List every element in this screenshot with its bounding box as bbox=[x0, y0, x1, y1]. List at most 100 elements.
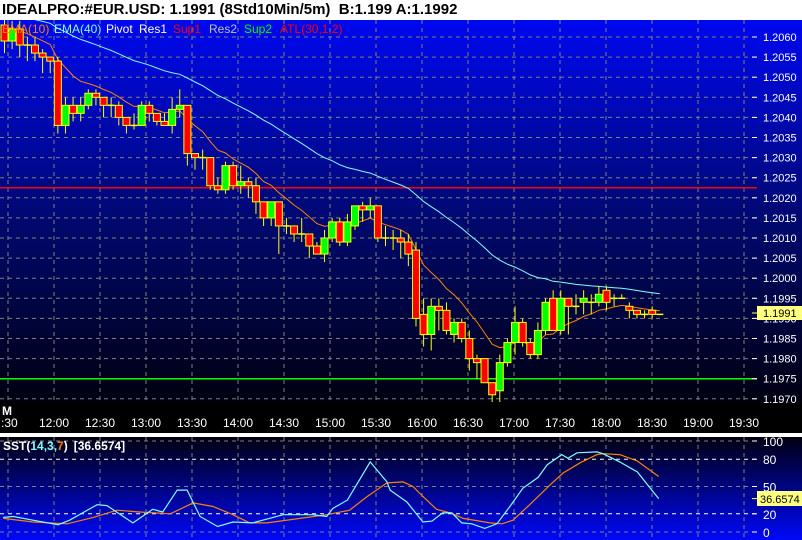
candle-body-bull bbox=[320, 237, 329, 255]
candle-body-bear bbox=[632, 309, 641, 315]
candle bbox=[221, 161, 230, 194]
candle-body-bear bbox=[442, 309, 451, 331]
candle-body-bull bbox=[267, 201, 276, 219]
candle-body-bear bbox=[274, 201, 283, 227]
candle-body-bear bbox=[602, 289, 611, 303]
time-axis-label: 17:00 bbox=[499, 416, 529, 430]
candle-body-bull bbox=[579, 297, 588, 303]
price-axis-label: 1.2045 bbox=[763, 92, 797, 104]
sst-label: SST(14,3,7) [36.6574] bbox=[3, 439, 125, 453]
sst-label-prefix: SST( bbox=[3, 439, 30, 453]
price-axis-label: 1.2025 bbox=[763, 173, 797, 185]
oscillator-axis-label: 0 bbox=[763, 526, 770, 540]
candle-body-bear bbox=[38, 52, 47, 58]
trading-chart[interactable]: 1.2060 1.2055 1.2050 1.2045 1.2040 1.2035 1.20… bbox=[0, 0, 802, 540]
candle bbox=[541, 298, 550, 335]
candle-body-bull bbox=[533, 329, 542, 356]
price-axis-label: 1.2035 bbox=[763, 133, 797, 145]
time-axis-label: 15:00 bbox=[315, 416, 345, 430]
time-axis-label: 12:30 bbox=[85, 416, 115, 430]
price-axis-label: 1.2030 bbox=[763, 153, 797, 165]
candle-body-bear bbox=[53, 60, 62, 126]
time-axis-label: 12:00 bbox=[39, 416, 69, 430]
price-axis-label: 1.1975 bbox=[763, 374, 797, 386]
period-label: M bbox=[2, 404, 12, 418]
sst-label-value: [36.6574] bbox=[74, 439, 125, 453]
time-axis-label: 13:30 bbox=[177, 416, 207, 430]
legend-item-pivot: Pivot bbox=[106, 22, 133, 36]
candle-body-bear bbox=[191, 153, 199, 159]
candle-body-bull bbox=[168, 108, 177, 126]
panel-divider[interactable] bbox=[0, 433, 802, 437]
candle bbox=[411, 242, 420, 327]
time-axis-label: 16:30 bbox=[453, 416, 483, 430]
candle bbox=[503, 338, 512, 367]
current-sst-label: 36.6574 bbox=[760, 494, 800, 506]
candle-body-bear bbox=[312, 245, 321, 255]
candle-body-bear bbox=[419, 313, 428, 335]
candle-body-bull bbox=[137, 104, 146, 126]
candle-body-bear bbox=[251, 185, 260, 203]
candle-body-bear bbox=[564, 297, 573, 307]
time-axis-label: 18:30 bbox=[637, 416, 667, 430]
price-axis-label: 1.2060 bbox=[763, 32, 797, 44]
candle-body-bear bbox=[335, 221, 344, 243]
candle bbox=[351, 205, 360, 230]
candle-body-bear bbox=[69, 104, 78, 114]
candle bbox=[518, 318, 527, 347]
candle-body-bear bbox=[358, 205, 367, 211]
time-axis-label: 17:30 bbox=[545, 416, 575, 430]
candle bbox=[373, 205, 382, 243]
candle-body-bull bbox=[503, 342, 512, 364]
candle-body-bear bbox=[30, 44, 39, 54]
candle-body-bear bbox=[305, 233, 314, 247]
candle-body-bear bbox=[244, 181, 253, 187]
candle bbox=[457, 318, 466, 343]
candle-body-bull bbox=[76, 104, 85, 114]
candle-body-bull bbox=[556, 297, 565, 331]
candle-body-bear bbox=[518, 321, 527, 344]
candle-body-bear bbox=[625, 305, 634, 311]
candle-body-bear bbox=[411, 249, 420, 319]
price-axis-label: 1.1985 bbox=[763, 334, 797, 346]
candle-body-bear bbox=[526, 342, 535, 356]
legend-item-ema-10: EMA(10) bbox=[2, 22, 49, 36]
current-price-marker: 1.1991 bbox=[752, 306, 802, 320]
candle bbox=[206, 157, 215, 190]
indicator-legend: EMA(10) EMA(40) Pivot Res1 Sup1 Res2 Sup2 ATL(3… bbox=[2, 22, 342, 36]
candle-body-bull bbox=[541, 301, 550, 331]
candle-body-bear bbox=[465, 338, 474, 360]
candle-body-bear bbox=[549, 297, 558, 331]
current-price-label: 1.1991 bbox=[763, 308, 797, 320]
price-axis-label: 1.2010 bbox=[763, 233, 797, 245]
candle bbox=[328, 217, 337, 243]
candle-body-bull bbox=[427, 305, 436, 335]
time-axis-label: 13:00 bbox=[131, 416, 161, 430]
candle-body-bull bbox=[221, 165, 230, 191]
candle-body-bear bbox=[152, 112, 161, 122]
candle-body-bull bbox=[236, 181, 245, 187]
candle-body-bear bbox=[472, 358, 481, 364]
candle-body-bull bbox=[328, 221, 337, 239]
candle-body-bear bbox=[46, 56, 55, 62]
candle-body-bear bbox=[99, 96, 108, 106]
price-axis-label: 1.2015 bbox=[763, 213, 797, 225]
price-axis-label: 1.2005 bbox=[763, 253, 797, 265]
candle bbox=[53, 57, 62, 134]
candle-body-bear bbox=[290, 225, 299, 235]
price-axis-label: 1.2040 bbox=[763, 112, 797, 124]
legend-item-atl-30-1-2: ATL(30,1,2) bbox=[280, 22, 342, 36]
price-axis-label: 1.1980 bbox=[763, 354, 797, 366]
candle-body-bull bbox=[511, 321, 520, 344]
candle bbox=[137, 101, 146, 126]
time-axis-label: 16:00 bbox=[407, 416, 437, 430]
candle bbox=[480, 358, 489, 384]
candle-body-bear bbox=[160, 120, 169, 126]
price-axis-label: 1.1970 bbox=[763, 394, 797, 406]
sst-label-suffix: ) bbox=[64, 439, 68, 453]
candle-body-bear bbox=[145, 104, 154, 114]
oscillator-axis-label: 100 bbox=[763, 435, 783, 449]
candle bbox=[229, 161, 238, 190]
candle-body-bear bbox=[114, 104, 123, 118]
candle-body-bull bbox=[495, 362, 504, 392]
